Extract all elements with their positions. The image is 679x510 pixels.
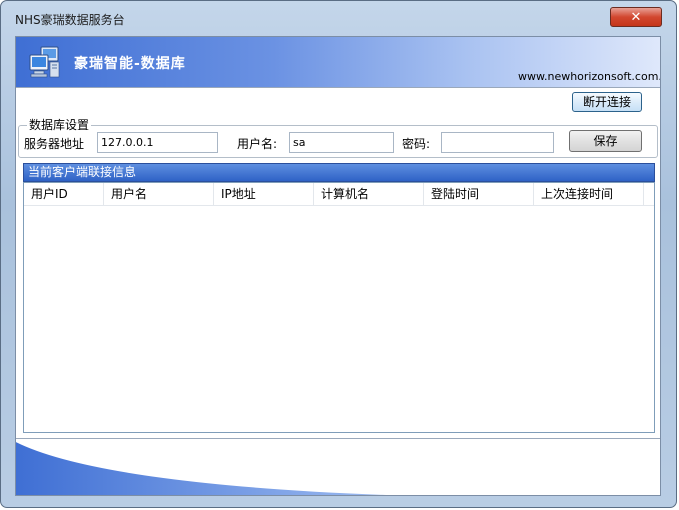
footer [16, 441, 660, 495]
save-button[interactable]: 保存 [569, 130, 642, 152]
client-area: 豪瑞智能-数据库 www.newhorizonsoft.com.cn 断开连接 … [15, 36, 661, 496]
column-header-last-connect-time[interactable]: 上次连接时间 [534, 183, 644, 205]
computer-network-icon [29, 46, 60, 78]
column-header-username[interactable]: 用户名 [104, 183, 214, 205]
window-title: NHS豪瑞数据服务台 [15, 13, 125, 27]
divider [16, 87, 660, 88]
disconnect-button[interactable]: 断开连接 [572, 92, 642, 112]
close-button[interactable]: ✕ [610, 7, 662, 27]
password-label: 密码: [402, 137, 431, 151]
server-address-label: 服务器地址 [24, 137, 85, 151]
column-header-computer-name[interactable]: 计算机名 [314, 183, 424, 205]
close-icon: ✕ [630, 9, 642, 25]
divider [16, 438, 660, 439]
app-window: NHS豪瑞数据服务台 ✕ 豪瑞智能-数据库 www.newhorizonsoft… [0, 0, 677, 508]
column-header-ip-address[interactable]: IP地址 [214, 183, 314, 205]
list-header: 用户ID 用户名 IP地址 计算机名 登陆时间 上次连接时间 [24, 183, 654, 206]
username-label: 用户名: [237, 137, 278, 151]
banner-title: 豪瑞智能-数据库 [74, 56, 186, 72]
column-header-login-time[interactable]: 登陆时间 [424, 183, 534, 205]
footer-decoration [16, 441, 417, 495]
website-url: www.newhorizonsoft.com.cn [518, 70, 661, 83]
client-connections-header: 当前客户端联接信息 [23, 163, 655, 182]
username-field[interactable]: sa [289, 132, 394, 153]
title-bar[interactable]: NHS豪瑞数据服务台 ✕ [1, 1, 676, 33]
column-header-user-id[interactable]: 用户ID [24, 183, 104, 205]
password-field[interactable] [441, 132, 554, 153]
server-address-field[interactable]: 127.0.0.1 [97, 132, 218, 153]
database-settings-legend: 数据库设置 [27, 116, 92, 133]
banner: 豪瑞智能-数据库 www.newhorizonsoft.com.cn [16, 37, 660, 87]
client-connections-list[interactable]: 用户ID 用户名 IP地址 计算机名 登陆时间 上次连接时间 [23, 182, 655, 433]
